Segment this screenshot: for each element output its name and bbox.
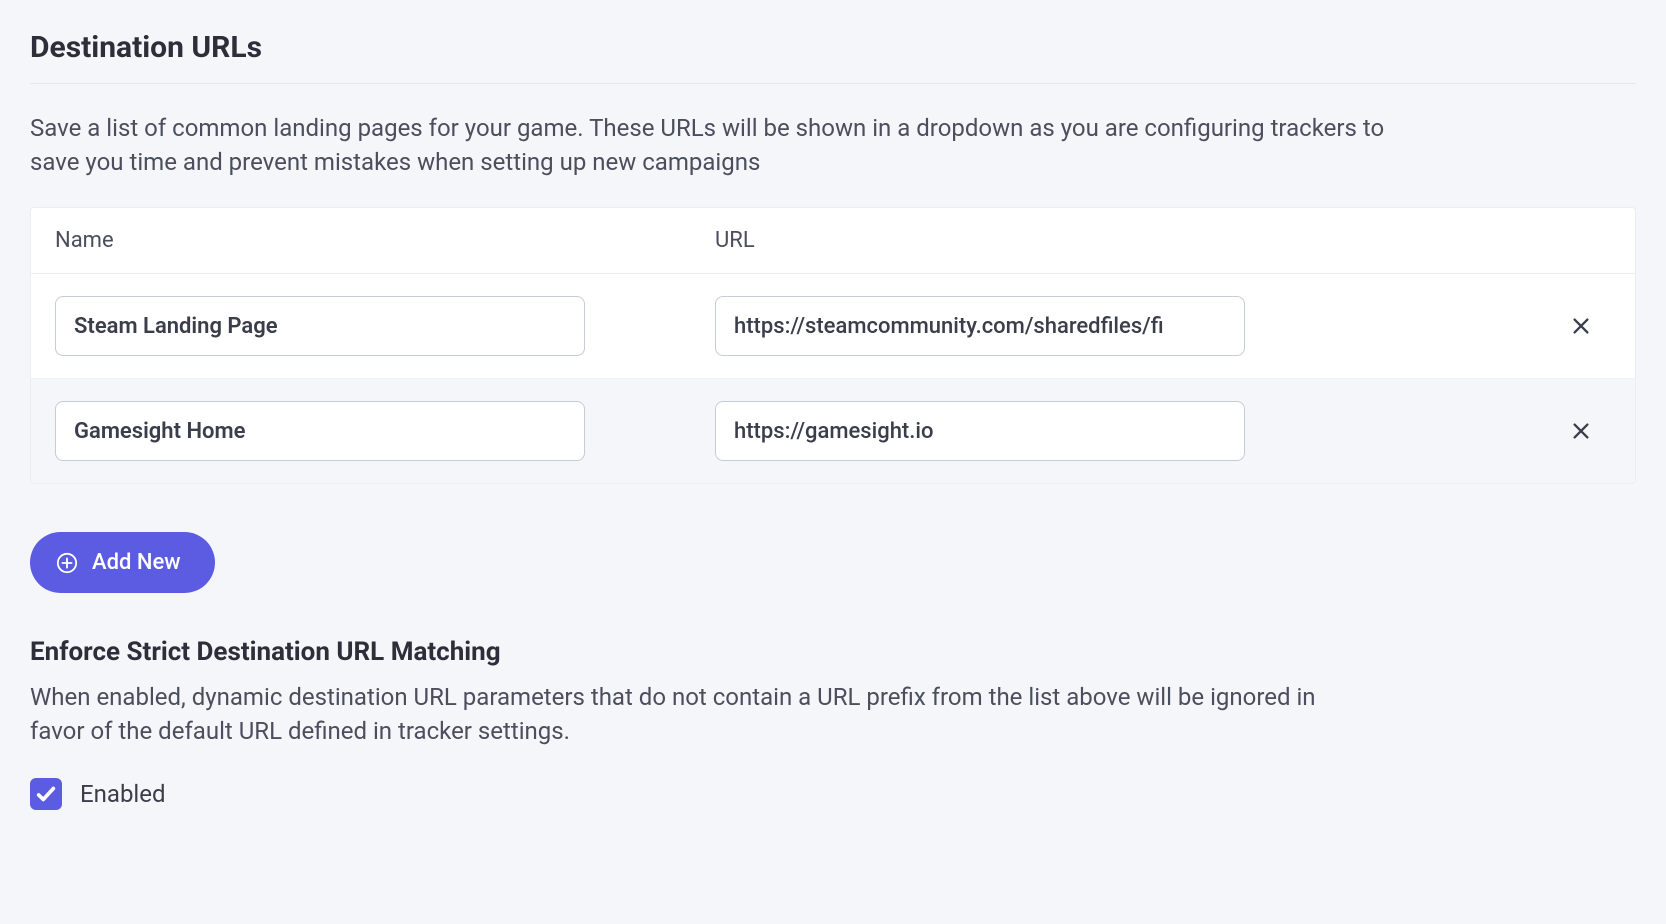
table-header: Name URL (31, 208, 1635, 274)
enabled-checkbox[interactable] (30, 778, 62, 810)
table-row (31, 379, 1635, 483)
enabled-checkbox-row: Enabled (30, 778, 1636, 810)
check-icon (35, 783, 57, 805)
url-input[interactable] (715, 401, 1245, 461)
table-row (31, 274, 1635, 379)
enforce-description: When enabled, dynamic destination URL pa… (30, 681, 1370, 748)
column-header-name: Name (55, 228, 715, 253)
enforce-title: Enforce Strict Destination URL Matching (30, 637, 1636, 667)
column-header-url: URL (715, 228, 1611, 253)
name-input[interactable] (55, 296, 585, 356)
delete-row-button[interactable] (1562, 412, 1600, 450)
url-input[interactable] (715, 296, 1245, 356)
delete-row-button[interactable] (1562, 307, 1600, 345)
add-new-label: Add New (92, 550, 181, 575)
plus-circle-icon (56, 552, 78, 574)
close-icon (1570, 315, 1592, 337)
section-description: Save a list of common landing pages for … (30, 112, 1430, 179)
section-title: Destination URLs (30, 30, 1636, 84)
destination-urls-table: Name URL (30, 207, 1636, 484)
close-icon (1570, 420, 1592, 442)
enabled-checkbox-label[interactable]: Enabled (80, 780, 166, 808)
add-new-button[interactable]: Add New (30, 532, 215, 593)
name-input[interactable] (55, 401, 585, 461)
